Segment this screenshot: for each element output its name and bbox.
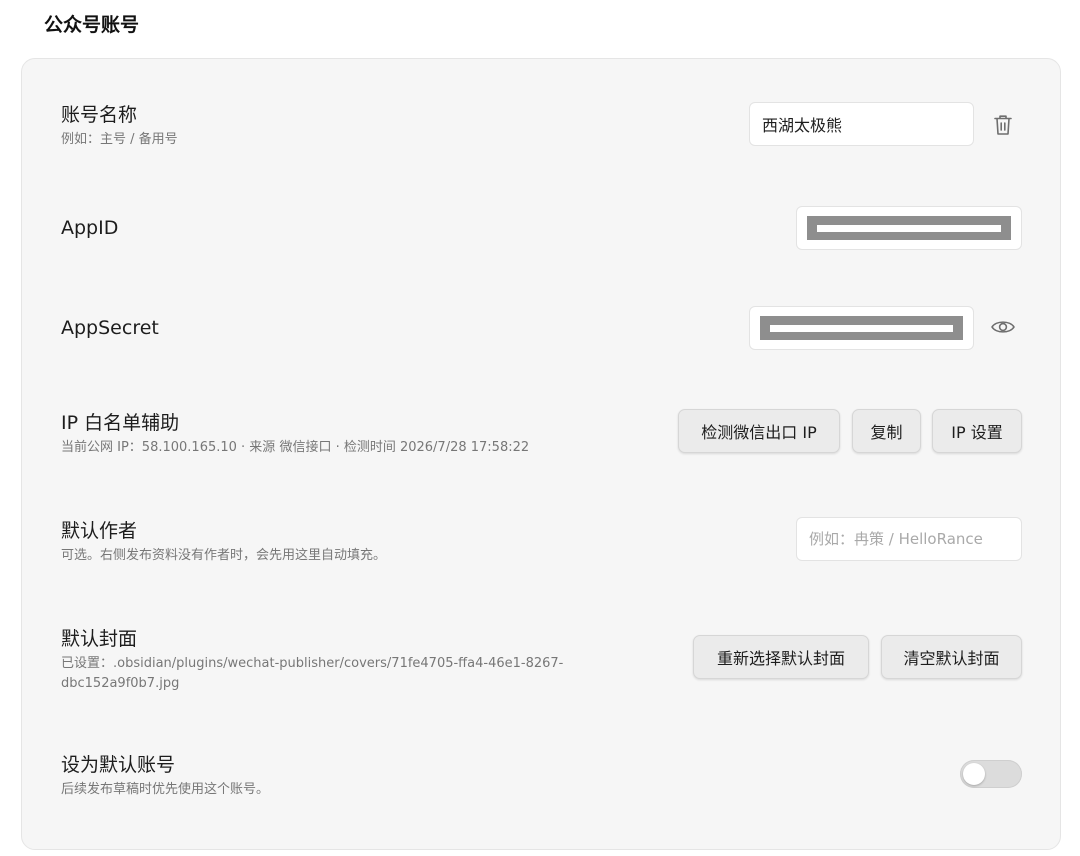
trash-icon xyxy=(994,115,1012,135)
reselect-cover-button[interactable]: 重新选择默认封面 xyxy=(693,635,869,679)
detect-ip-button[interactable]: 检测微信出口 IP xyxy=(678,409,840,453)
ip-whitelist-desc: 当前公网 IP：58.100.165.10 · 来源 微信接口 · 检测时间 2… xyxy=(61,440,530,455)
app-id-label: AppID xyxy=(61,217,119,239)
default-author-desc: 可选。右侧发布资料没有作者时，会先用这里自动填充。 xyxy=(61,548,387,563)
redaction-mask xyxy=(760,316,963,340)
toggle-knob xyxy=(963,763,985,785)
default-author-input[interactable] xyxy=(796,517,1022,561)
app-secret-input[interactable] xyxy=(749,306,974,350)
default-account-desc: 后续发布草稿时优先使用这个账号。 xyxy=(61,782,270,797)
account-name-label: 账号名称 xyxy=(61,104,138,126)
app-secret-label: AppSecret xyxy=(61,317,159,339)
reveal-secret-button[interactable] xyxy=(989,313,1017,341)
redaction-mask xyxy=(807,216,1011,240)
app-id-input[interactable] xyxy=(796,206,1022,250)
default-account-toggle[interactable] xyxy=(960,760,1022,788)
copy-ip-button[interactable]: 复制 xyxy=(852,409,921,453)
account-name-desc: 例如：主号 / 备用号 xyxy=(61,132,178,147)
ip-whitelist-label: IP 白名单辅助 xyxy=(61,412,180,434)
default-account-label: 设为默认账号 xyxy=(61,754,176,776)
delete-account-button[interactable] xyxy=(989,111,1017,139)
default-cover-path-line2: dbc152a9f0b7.jpg xyxy=(61,676,180,691)
account-name-input[interactable] xyxy=(749,102,974,146)
section-title: 公众号账号 xyxy=(44,14,140,36)
default-cover-path-line1: 已设置：.obsidian/plugins/wechat-publisher/c… xyxy=(61,656,564,671)
ip-settings-button[interactable]: IP 设置 xyxy=(932,409,1022,453)
clear-cover-button[interactable]: 清空默认封面 xyxy=(881,635,1022,679)
eye-icon xyxy=(991,321,1015,333)
default-author-label: 默认作者 xyxy=(61,520,138,542)
default-cover-label: 默认封面 xyxy=(61,628,138,650)
